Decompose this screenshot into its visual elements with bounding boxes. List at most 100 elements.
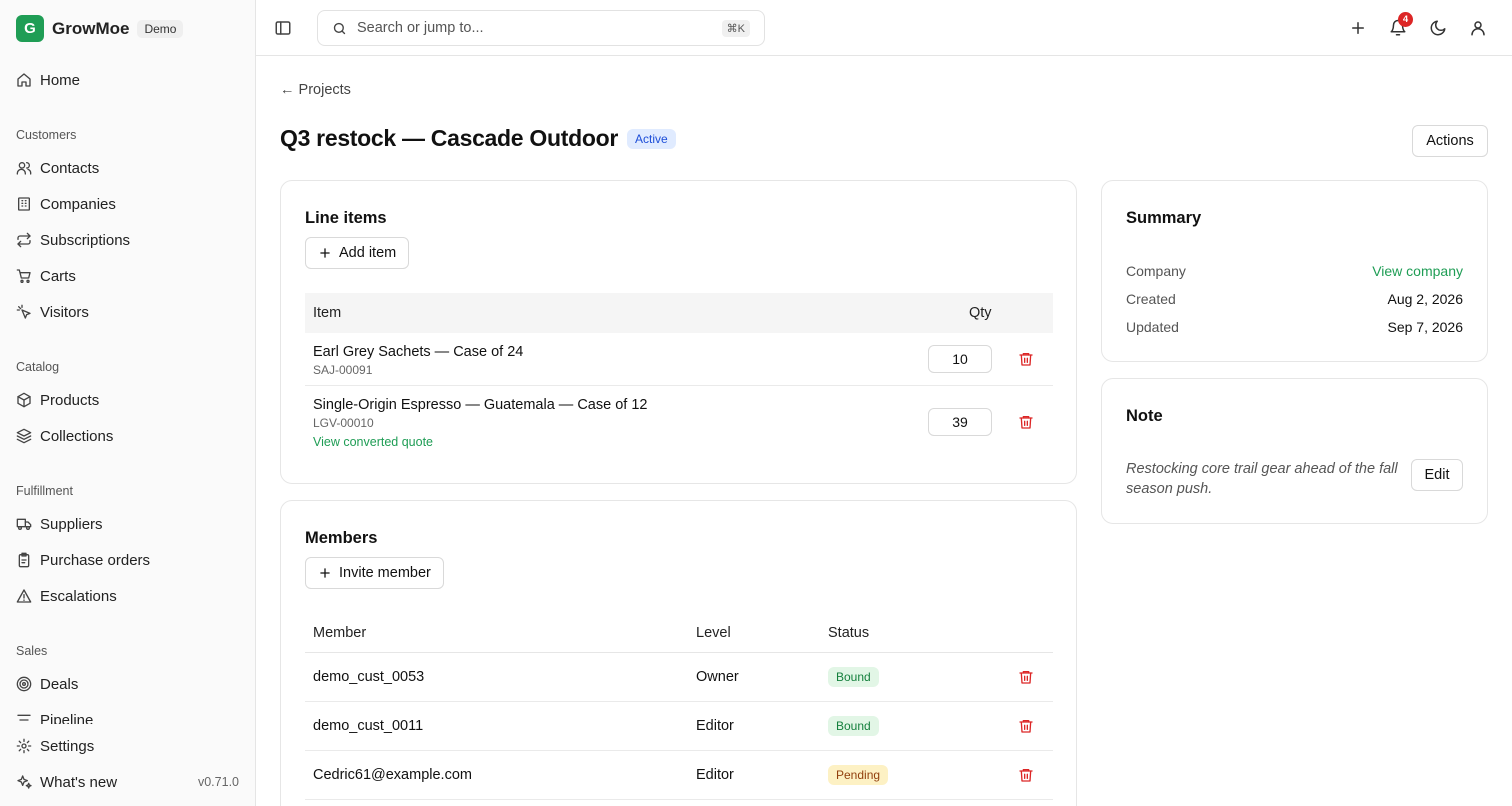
nav-section-sales: Sales — [16, 644, 48, 658]
sidebar-item-home[interactable]: Home — [16, 68, 240, 92]
nav-scroll-clip: Pipeline — [0, 700, 255, 724]
member-level: Editor — [696, 767, 734, 783]
trash-icon[interactable] — [1018, 669, 1034, 685]
sidebar-item-contacts[interactable]: Contacts — [16, 156, 240, 180]
brand[interactable]: G GrowMoe Demo — [16, 15, 184, 42]
sidebar-item-purchase-orders[interactable]: Purchase orders — [16, 548, 240, 572]
cart-icon — [16, 269, 31, 283]
status-badge: Bound — [828, 667, 879, 687]
sidebar-item-escalations[interactable]: Escalations — [16, 584, 240, 608]
members-title: Members — [305, 529, 378, 547]
line-items-card: Line items Add item Item Qty Earl Grey S… — [280, 180, 1077, 484]
sidebar-item-label: Carts — [40, 267, 76, 285]
sidebar-item-label: Visitors — [40, 303, 89, 321]
member-name: demo_cust_0053 — [313, 669, 425, 685]
sidebar-item-companies[interactable]: Companies — [16, 192, 240, 216]
view-converted-quote-link[interactable]: View converted quote — [313, 435, 433, 449]
invite-member-button[interactable]: Invite member — [305, 557, 444, 589]
repeat-icon — [17, 232, 31, 248]
status-badge: Bound — [828, 716, 879, 736]
col-item: Item — [313, 305, 342, 321]
search-shortcut: ⌘K — [721, 19, 750, 37]
gear-icon — [16, 738, 32, 754]
member-level: Editor — [696, 718, 734, 734]
home-icon — [17, 73, 31, 87]
cursor-click-icon — [16, 304, 31, 319]
plus-icon[interactable] — [1349, 19, 1367, 37]
members-card: Members Invite member Member Level Statu… — [280, 500, 1077, 806]
building-icon — [18, 197, 30, 211]
sidebar-item-carts[interactable]: Carts — [16, 264, 240, 288]
plus-icon — [320, 568, 330, 578]
pipeline-icon — [17, 714, 31, 724]
sidebar-item-label: Companies — [40, 195, 116, 213]
add-item-button[interactable]: Add item — [305, 237, 410, 269]
app-version: v0.71.0 — [197, 775, 239, 789]
sidebar-item-products[interactable]: Products — [16, 388, 240, 412]
updated-value: Sep 7, 2026 — [1387, 319, 1463, 335]
trash-icon[interactable] — [1018, 351, 1034, 367]
demo-badge: Demo — [137, 19, 184, 38]
note-card: Note Restocking core trail gear ahead of… — [1101, 378, 1488, 524]
topbar: ⌘K 4 — [256, 0, 1512, 56]
nav-section-customers: Customers — [16, 128, 77, 142]
nav-section-fulfillment: Fulfillment — [16, 484, 73, 498]
member-name: demo_cust_0011 — [313, 718, 424, 734]
note-text: Restocking core trail gear ahead of the … — [1126, 461, 1398, 497]
view-company-link[interactable]: View company — [1372, 263, 1463, 279]
sidebar-item-suppliers[interactable]: Suppliers — [16, 512, 240, 536]
plus-icon — [320, 248, 330, 258]
back-to-projects-link[interactable]: ← Projects — [280, 82, 351, 98]
moon-icon[interactable] — [1429, 19, 1447, 37]
sparkles-icon — [17, 775, 32, 789]
sidebar-item-label: Escalations — [40, 587, 117, 605]
status-badge: Pending — [828, 765, 889, 785]
user-icon[interactable] — [1469, 19, 1487, 37]
trash-icon[interactable] — [1018, 414, 1034, 430]
summary-title: Summary — [1126, 209, 1202, 227]
sidebar-item-visitors[interactable]: Visitors — [16, 300, 240, 324]
qty-input[interactable] — [928, 345, 992, 373]
users-icon — [16, 162, 32, 175]
sidebar-item-label: Purchase orders — [40, 551, 151, 569]
company-label: Company — [1126, 263, 1186, 279]
sidebar-item-settings[interactable]: Settings — [16, 734, 240, 758]
created-label: Created — [1126, 291, 1176, 307]
sidebar-item-collections[interactable]: Collections — [16, 424, 240, 448]
sidebar: G GrowMoe Demo Home Customers Contacts C… — [0, 0, 256, 806]
trash-icon[interactable] — [1018, 767, 1034, 783]
search-input[interactable] — [357, 20, 722, 36]
add-item-label: Add item — [339, 245, 397, 261]
status-badge: Active — [627, 129, 676, 149]
page-title: Q3 restock — Cascade Outdoor — [280, 125, 618, 151]
col-member: Member — [313, 625, 367, 641]
sidebar-item-label: Deals — [40, 675, 79, 693]
actions-button[interactable]: Actions — [1412, 125, 1488, 157]
trash-icon[interactable] — [1018, 718, 1034, 734]
sidebar-item-label: Home — [40, 71, 81, 89]
sidebar-item-subscriptions[interactable]: Subscriptions — [16, 228, 240, 252]
qty-input[interactable] — [928, 408, 992, 436]
invite-member-label: Invite member — [339, 565, 431, 581]
updated-label: Updated — [1126, 319, 1179, 335]
brand-name: GrowMoe — [52, 18, 130, 38]
note-title: Note — [1126, 407, 1163, 425]
sidebar-item-label: Collections — [40, 427, 114, 445]
sidebar-item-label: Contacts — [40, 159, 100, 177]
warning-icon — [16, 589, 32, 603]
members-header: Member Level Status — [305, 613, 1053, 653]
table-row: demo_cust_0053 Owner Bound — [305, 653, 1053, 702]
edit-note-button[interactable]: Edit — [1411, 459, 1463, 491]
search-icon — [333, 22, 346, 34]
sidebar-toggle-icon[interactable] — [274, 19, 292, 37]
sidebar-item-deals[interactable]: Deals — [16, 672, 240, 696]
clipboard-icon — [18, 552, 30, 568]
search-bar[interactable]: ⌘K — [317, 10, 765, 46]
line-items-title: Line items — [305, 209, 387, 227]
sidebar-item-pipeline[interactable]: Pipeline — [16, 708, 240, 724]
target-icon — [16, 676, 32, 692]
sidebar-item-label: What's new — [40, 773, 118, 791]
col-qty: Qty — [969, 305, 992, 321]
table-row: demo_cust_0011 Editor Bound — [305, 702, 1053, 751]
table-row: Earl Grey Sachets — Case of 24 SAJ-00091 — [305, 333, 1053, 386]
